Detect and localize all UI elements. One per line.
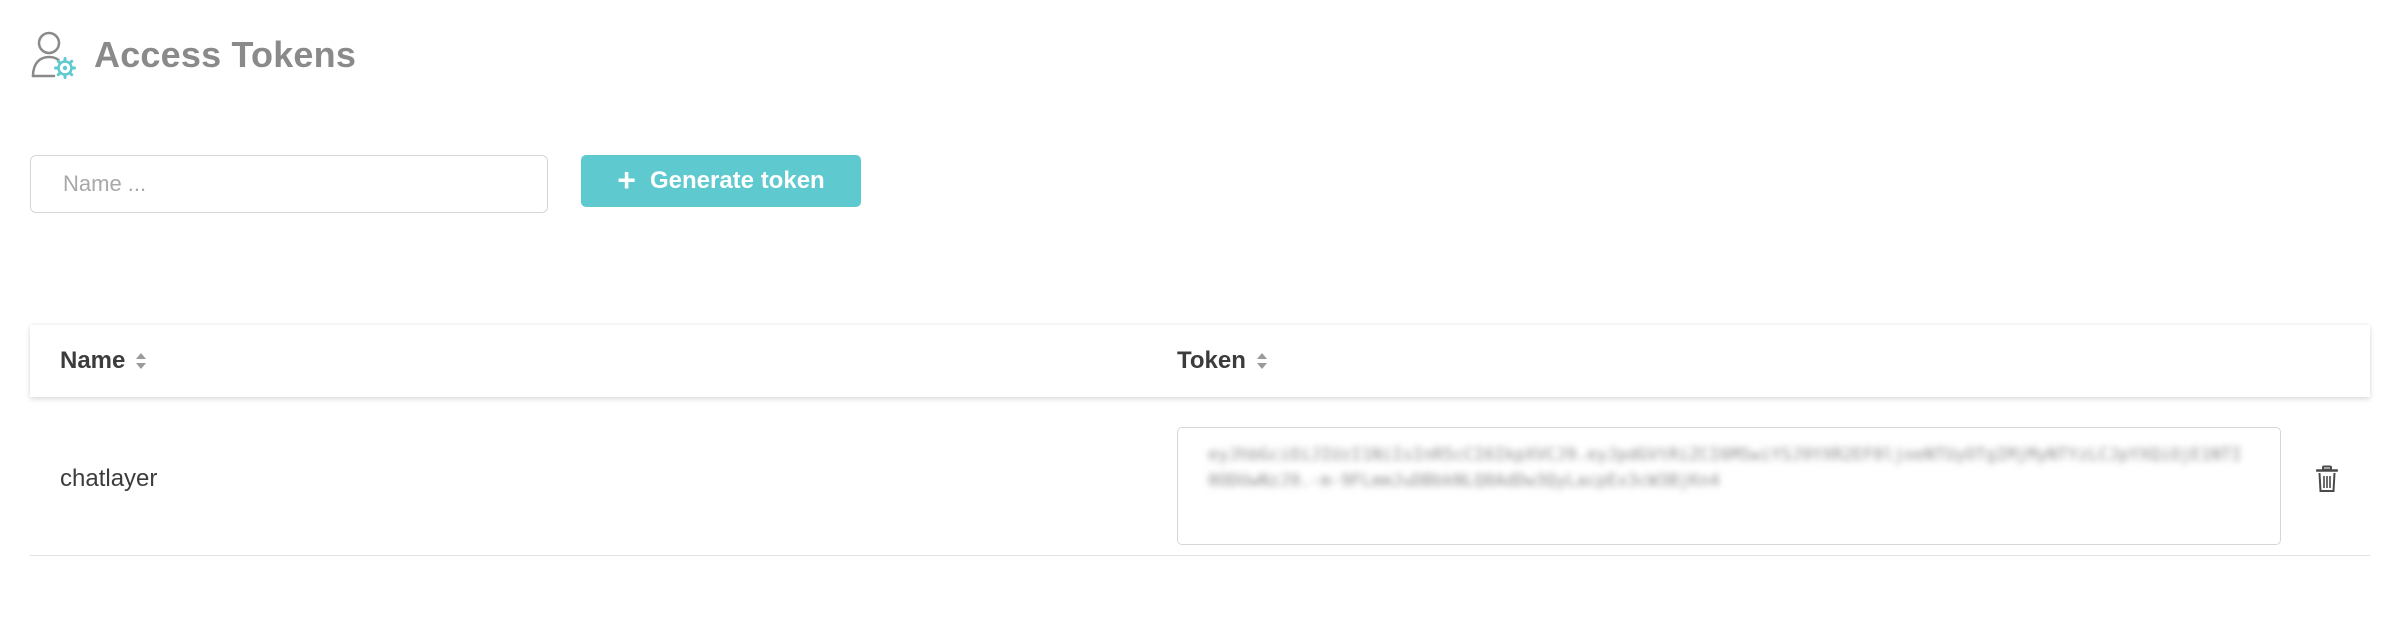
sort-icon[interactable] — [135, 351, 147, 371]
generate-token-label: Generate token — [649, 167, 825, 194]
page-title: Access Tokens — [94, 34, 357, 75]
generate-token-button[interactable]: + Generate token — [581, 155, 861, 207]
sort-icon[interactable] — [1256, 351, 1268, 371]
token-value-box[interactable]: eyJhbGciOiJIUzI1NiIsInR5cCI6IkpXVCJ9.eyJ… — [1177, 427, 2281, 545]
table-row: chatlayer eyJhbGciOiJIUzI1NiIsInR5cCI6Ik… — [30, 397, 2370, 556]
table-header: Name Token — [30, 325, 2370, 397]
page-header: Access Tokens — [30, 30, 356, 80]
token-name-input[interactable] — [30, 155, 548, 213]
column-header-token[interactable]: Token — [1177, 347, 1268, 375]
token-name-cell: chatlayer — [60, 465, 158, 492]
column-header-token-label: Token — [1177, 347, 1246, 374]
tokens-table: Name Token chatlayer eyJhbGciOiJIUzI1NiI… — [30, 325, 2370, 556]
user-settings-icon — [31, 31, 76, 79]
column-header-name-label: Name — [60, 347, 126, 374]
token-toolbar: + Generate token — [30, 155, 861, 213]
column-header-name[interactable]: Name — [60, 347, 147, 375]
trash-icon[interactable] — [2316, 465, 2338, 493]
token-value-text: eyJhbGciOiJIUzI1NiIsInR5cCI6IkpXVCJ9.eyJ… — [1208, 445, 2242, 491]
plus-icon: + — [617, 162, 636, 198]
